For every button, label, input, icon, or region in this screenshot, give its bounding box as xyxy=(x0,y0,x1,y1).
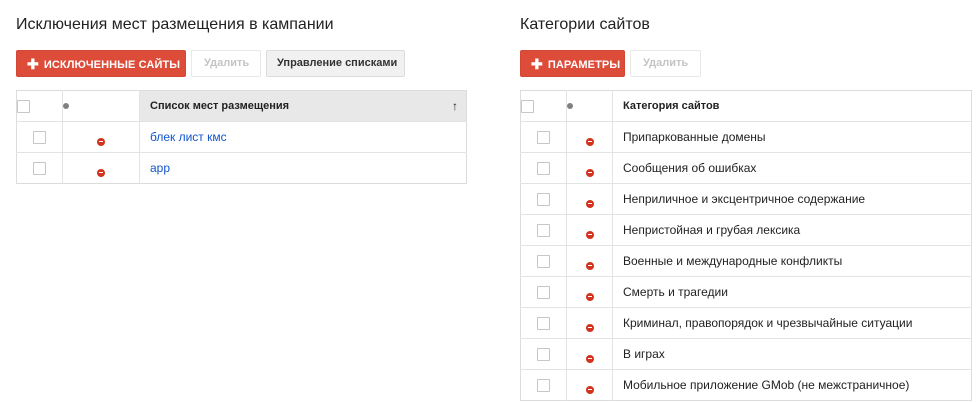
status-dot-icon xyxy=(63,103,69,110)
placements-table: Список мест размещения ↑ блек лист кмс a… xyxy=(16,90,467,184)
placement-list-link[interactable]: app xyxy=(150,161,170,175)
row-checkbox[interactable] xyxy=(537,131,550,145)
placement-exclusions-title: Исключения мест размещения в кампании xyxy=(16,16,334,33)
category-label: Припаркованные домены xyxy=(623,130,766,144)
table-row: Криминал, правопорядок и чрезвычайные си… xyxy=(520,307,972,339)
select-all-cell xyxy=(520,90,567,122)
excluded-minus-icon xyxy=(585,199,594,208)
table-row: Непристойная и грубая лексика xyxy=(520,214,972,246)
excluded-minus-icon xyxy=(585,385,594,394)
parameters-button[interactable]: ✚ ПАРАМЕТРЫ xyxy=(520,50,625,77)
category-label: В играх xyxy=(623,347,665,361)
delete-placement-label: Удалить xyxy=(204,57,250,69)
row-checkbox[interactable] xyxy=(537,224,550,238)
select-all-cell xyxy=(16,90,63,122)
row-checkbox[interactable] xyxy=(537,379,550,393)
category-label: Сообщения об ошибках xyxy=(623,161,757,175)
site-categories-title: Категории сайтов xyxy=(520,16,650,33)
placement-list-column-header[interactable]: Список мест размещения ↑ xyxy=(139,90,467,122)
category-label: Военные и международные конфликты xyxy=(623,254,843,268)
excluded-minus-icon xyxy=(97,168,105,177)
delete-category-button[interactable]: Удалить xyxy=(630,50,701,77)
row-checkbox[interactable] xyxy=(537,162,550,176)
table-row: Смерть и трагедии xyxy=(520,276,972,308)
status-header-cell xyxy=(62,90,140,122)
category-label: Непристойная и грубая лексика xyxy=(623,223,801,237)
excluded-minus-icon xyxy=(585,354,594,363)
placement-list-column-label: Список мест размещения xyxy=(150,100,290,112)
row-checkbox[interactable] xyxy=(537,317,550,331)
placement-list-link[interactable]: блек лист кмс xyxy=(150,130,227,144)
table-row: Сообщения об ошибках xyxy=(520,152,972,184)
excluded-minus-icon xyxy=(585,323,594,332)
delete-category-label: Удалить xyxy=(643,57,689,69)
excluded-minus-icon xyxy=(585,137,594,146)
plus-icon: ✚ xyxy=(27,56,39,72)
table-row: Припаркованные домены xyxy=(520,121,972,153)
row-checkbox[interactable] xyxy=(33,162,46,176)
parameters-label: ПАРАМЕТРЫ xyxy=(547,59,621,71)
manage-lists-button[interactable]: Управление списками xyxy=(266,50,405,77)
category-column-header[interactable]: Категория сайтов xyxy=(612,90,972,122)
excluded-minus-icon xyxy=(585,292,594,301)
status-header-cell xyxy=(566,90,613,122)
category-label: Неприличное и эксцентричное содержание xyxy=(623,192,866,206)
category-label: Смерть и трагедии xyxy=(623,285,728,299)
excluded-minus-icon xyxy=(585,230,594,239)
add-excluded-sites-button[interactable]: ✚ ИСКЛЮЧЕННЫЕ САЙТЫ xyxy=(16,50,186,77)
placements-header-row: Список мест размещения ↑ xyxy=(16,90,467,122)
select-all-checkbox[interactable] xyxy=(17,99,30,113)
add-excluded-sites-label: ИСКЛЮЧЕННЫЕ САЙТЫ xyxy=(43,59,181,71)
categories-header-row: Категория сайтов xyxy=(520,90,972,122)
row-checkbox[interactable] xyxy=(537,348,550,362)
category-column-label: Категория сайтов xyxy=(623,100,720,112)
status-dot-icon xyxy=(567,103,573,110)
table-row: Мобильное приложение GMob (не межстранич… xyxy=(520,369,972,401)
category-label: Криминал, правопорядок и чрезвычайные си… xyxy=(623,316,913,330)
table-row: Военные и международные конфликты xyxy=(520,245,972,277)
row-checkbox[interactable] xyxy=(537,286,550,300)
row-checkbox[interactable] xyxy=(33,131,46,145)
categories-table: Категория сайтов Припаркованные домены С… xyxy=(520,90,972,401)
select-all-checkbox[interactable] xyxy=(521,99,534,113)
delete-placement-button[interactable]: Удалить xyxy=(191,50,261,77)
row-checkbox[interactable] xyxy=(537,193,550,207)
excluded-minus-icon xyxy=(97,137,105,146)
table-row: блек лист кмс xyxy=(16,121,467,153)
plus-icon: ✚ xyxy=(531,56,543,72)
category-label: Мобильное приложение GMob (не межстранич… xyxy=(623,378,910,392)
excluded-minus-icon xyxy=(585,168,594,177)
table-row: app xyxy=(16,152,467,184)
table-row: В играх xyxy=(520,338,972,370)
excluded-minus-icon xyxy=(585,261,594,270)
sort-ascending-icon: ↑ xyxy=(452,99,458,113)
table-row: Неприличное и эксцентричное содержание xyxy=(520,183,972,215)
manage-lists-label: Управление списками xyxy=(277,57,398,69)
row-checkbox[interactable] xyxy=(537,255,550,269)
